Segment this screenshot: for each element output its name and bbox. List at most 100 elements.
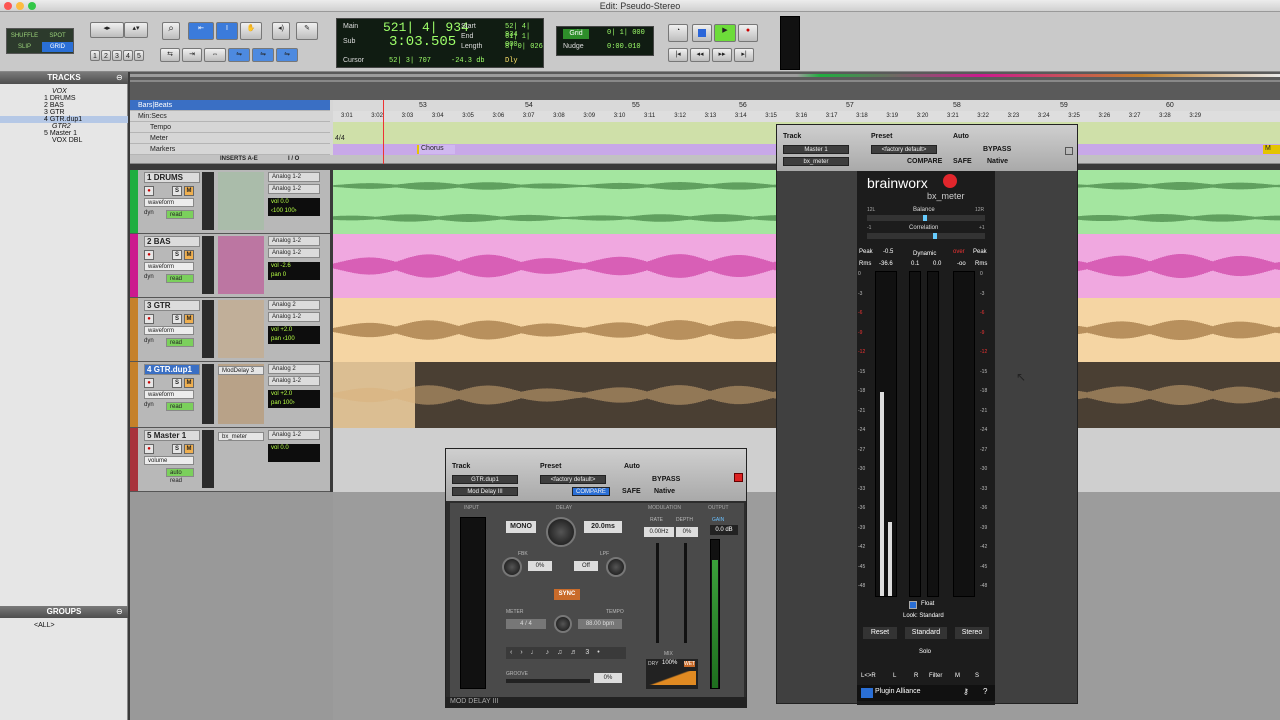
zoom-vertical-icon[interactable]: ▴▾ bbox=[124, 22, 148, 38]
online-icon[interactable]: ◔ bbox=[668, 24, 688, 42]
safe-button[interactable]: SAFE bbox=[622, 488, 641, 495]
groove-slider[interactable] bbox=[506, 679, 590, 683]
automation-mode-selector[interactable]: read bbox=[166, 274, 194, 283]
track-list-item[interactable]: 2 BAS bbox=[0, 102, 128, 109]
compare-button[interactable]: COMPARE bbox=[907, 158, 942, 165]
volume-value[interactable]: +2.0 bbox=[280, 327, 292, 333]
note-value-buttons[interactable]: ‹›♩♪♫♬3• bbox=[506, 647, 626, 659]
standard-button[interactable]: Standard bbox=[905, 627, 947, 639]
link-edit-icon[interactable]: ⇋ bbox=[228, 48, 250, 62]
track-name[interactable]: 4 GTR.dup1 bbox=[144, 364, 200, 375]
output-selector[interactable]: Analog 1-2 bbox=[268, 248, 320, 258]
input-selector[interactable]: Analog 2 bbox=[268, 364, 320, 374]
fast-forward-icon[interactable]: ▸▸ bbox=[712, 48, 732, 62]
track-list-item[interactable]: 5 Master 1 bbox=[0, 130, 128, 137]
automation-mode-selector[interactable]: read bbox=[166, 338, 194, 347]
input-selector[interactable]: Analog 1-2 bbox=[268, 430, 320, 440]
pan-value[interactable]: 0 bbox=[283, 272, 286, 278]
solo-l-button[interactable]: L bbox=[893, 673, 896, 679]
close-window-icon[interactable] bbox=[4, 2, 12, 10]
volume-value[interactable]: +2.0 bbox=[280, 391, 292, 397]
preset-selector[interactable]: <factory default> bbox=[871, 145, 937, 154]
preset-selector[interactable]: <factory default> bbox=[540, 475, 606, 484]
volume-pan-display[interactable]: vol +2.0 pan ‹100 bbox=[268, 326, 320, 344]
track-name[interactable]: 3 GTR bbox=[144, 300, 200, 311]
delay-time-value[interactable]: 20.0ms bbox=[584, 521, 622, 533]
volume-value[interactable]: 0.0 bbox=[280, 199, 288, 205]
universe-overview[interactable] bbox=[130, 72, 1280, 100]
insert-time-icon[interactable]: ⇥ bbox=[182, 48, 202, 62]
track-color-strip[interactable] bbox=[130, 234, 138, 297]
zoom-preset-2[interactable]: 2 bbox=[101, 50, 111, 61]
automation-mode-selector[interactable]: auto read bbox=[166, 468, 194, 484]
solo-button[interactable]: S bbox=[172, 444, 182, 454]
help-button[interactable]: ? bbox=[983, 687, 987, 696]
input-selector[interactable]: Analog 1-2 bbox=[268, 236, 320, 246]
shuffle-mode-button[interactable]: SHUFFLE bbox=[9, 31, 40, 41]
zoom-horizontal-icon[interactable]: ◂▸ bbox=[90, 22, 124, 38]
track-name[interactable]: 2 BAS bbox=[144, 236, 200, 247]
zoom-preset-3[interactable]: 3 bbox=[112, 50, 122, 61]
solo-button[interactable]: S bbox=[172, 250, 182, 260]
grid-mode-button[interactable]: GRID bbox=[42, 42, 73, 52]
go-to-end-icon[interactable]: ▸| bbox=[734, 48, 754, 62]
solo-button[interactable]: S bbox=[172, 186, 182, 196]
marker-next[interactable]: M bbox=[1263, 145, 1280, 154]
automation-mode-selector[interactable]: read bbox=[166, 402, 194, 411]
track-color-strip[interactable] bbox=[130, 428, 138, 491]
bypass-button[interactable]: BYPASS bbox=[652, 476, 680, 483]
tempo-knob[interactable] bbox=[554, 615, 572, 633]
selector-tool-icon[interactable]: I bbox=[216, 22, 238, 40]
solo-m-button[interactable]: M bbox=[955, 673, 960, 679]
zoom-preset-5[interactable]: 5 bbox=[134, 50, 144, 61]
secs-ruler-lane[interactable]: 3:01 3:02 3:03 3:04 3:05 3:06 3:07 3:08 3:09 3:10… bbox=[333, 111, 1280, 122]
native-button[interactable]: Native bbox=[987, 158, 1008, 165]
depth-value[interactable]: 0% bbox=[676, 527, 698, 537]
meter-value[interactable]: 4 / 4 bbox=[506, 619, 546, 629]
track-list-item[interactable]: 1 DRUMS bbox=[0, 95, 128, 102]
record-enable-button[interactable]: ● bbox=[144, 250, 154, 260]
grid-label[interactable]: Grid bbox=[563, 29, 589, 39]
track-view-selector[interactable]: volume bbox=[144, 456, 194, 465]
delay-time-knob[interactable] bbox=[546, 517, 576, 547]
pan-value[interactable]: ‹100 100› bbox=[271, 208, 297, 214]
compare-button[interactable]: COMPARE bbox=[572, 487, 610, 496]
volume-pan-display[interactable]: vol 0.0 ‹100 100› bbox=[268, 198, 320, 216]
zoom-preset-4[interactable]: 4 bbox=[123, 50, 133, 61]
key-icon[interactable]: ⚷ bbox=[963, 687, 969, 696]
output-selector[interactable]: Analog 1-2 bbox=[268, 376, 320, 386]
selection-length[interactable]: 8| 0| 026 bbox=[505, 43, 543, 51]
zoom-preset-1[interactable]: 1 bbox=[90, 50, 100, 61]
lpf-value[interactable]: Off bbox=[574, 561, 598, 571]
zoomer-tool-icon[interactable]: ⌕ bbox=[162, 22, 180, 40]
plugin-close-icon[interactable] bbox=[734, 473, 743, 482]
mute-button[interactable]: M bbox=[184, 444, 194, 454]
insert-slot[interactable]: ModDelay 3 bbox=[218, 366, 264, 375]
record-enable-button[interactable]: ● bbox=[144, 444, 154, 454]
play-icon[interactable]: ▶ bbox=[714, 24, 736, 42]
track-view-selector[interactable]: waveform bbox=[144, 198, 194, 207]
safe-button[interactable]: SAFE bbox=[953, 158, 972, 165]
look-label[interactable]: Look: Standard bbox=[903, 613, 944, 619]
grid-value[interactable]: 0| 1| 000 bbox=[607, 29, 645, 37]
link-timeline-icon[interactable]: ⇔ bbox=[204, 48, 226, 62]
sync-button[interactable]: SYNC bbox=[554, 589, 580, 600]
solo-r-button[interactable]: R bbox=[914, 673, 918, 679]
mono-button[interactable]: MONO bbox=[506, 521, 536, 533]
mute-button[interactable]: M bbox=[184, 378, 194, 388]
bypass-button[interactable]: BYPASS bbox=[983, 146, 1011, 153]
record-enable-button[interactable]: ● bbox=[144, 186, 154, 196]
inserts-area[interactable] bbox=[218, 172, 264, 230]
native-button[interactable]: Native bbox=[654, 488, 675, 495]
main-counter[interactable]: 521| 4| 934 bbox=[383, 20, 469, 35]
mirror-midi-icon[interactable]: ⇋ bbox=[276, 48, 298, 62]
link-track-icon[interactable]: ⇋ bbox=[252, 48, 274, 62]
record-icon[interactable]: ● bbox=[738, 24, 758, 42]
input-selector[interactable]: Analog 1-2 bbox=[268, 172, 320, 182]
volume-value[interactable]: -2.6 bbox=[280, 263, 290, 269]
plugin-menu-icon[interactable] bbox=[1065, 147, 1073, 155]
reset-button[interactable]: Reset bbox=[863, 627, 897, 639]
output-selector[interactable]: Analog 1-2 bbox=[268, 184, 320, 194]
rate-fader[interactable] bbox=[656, 543, 659, 643]
solo-lr-button[interactable]: L<>R bbox=[861, 673, 876, 679]
